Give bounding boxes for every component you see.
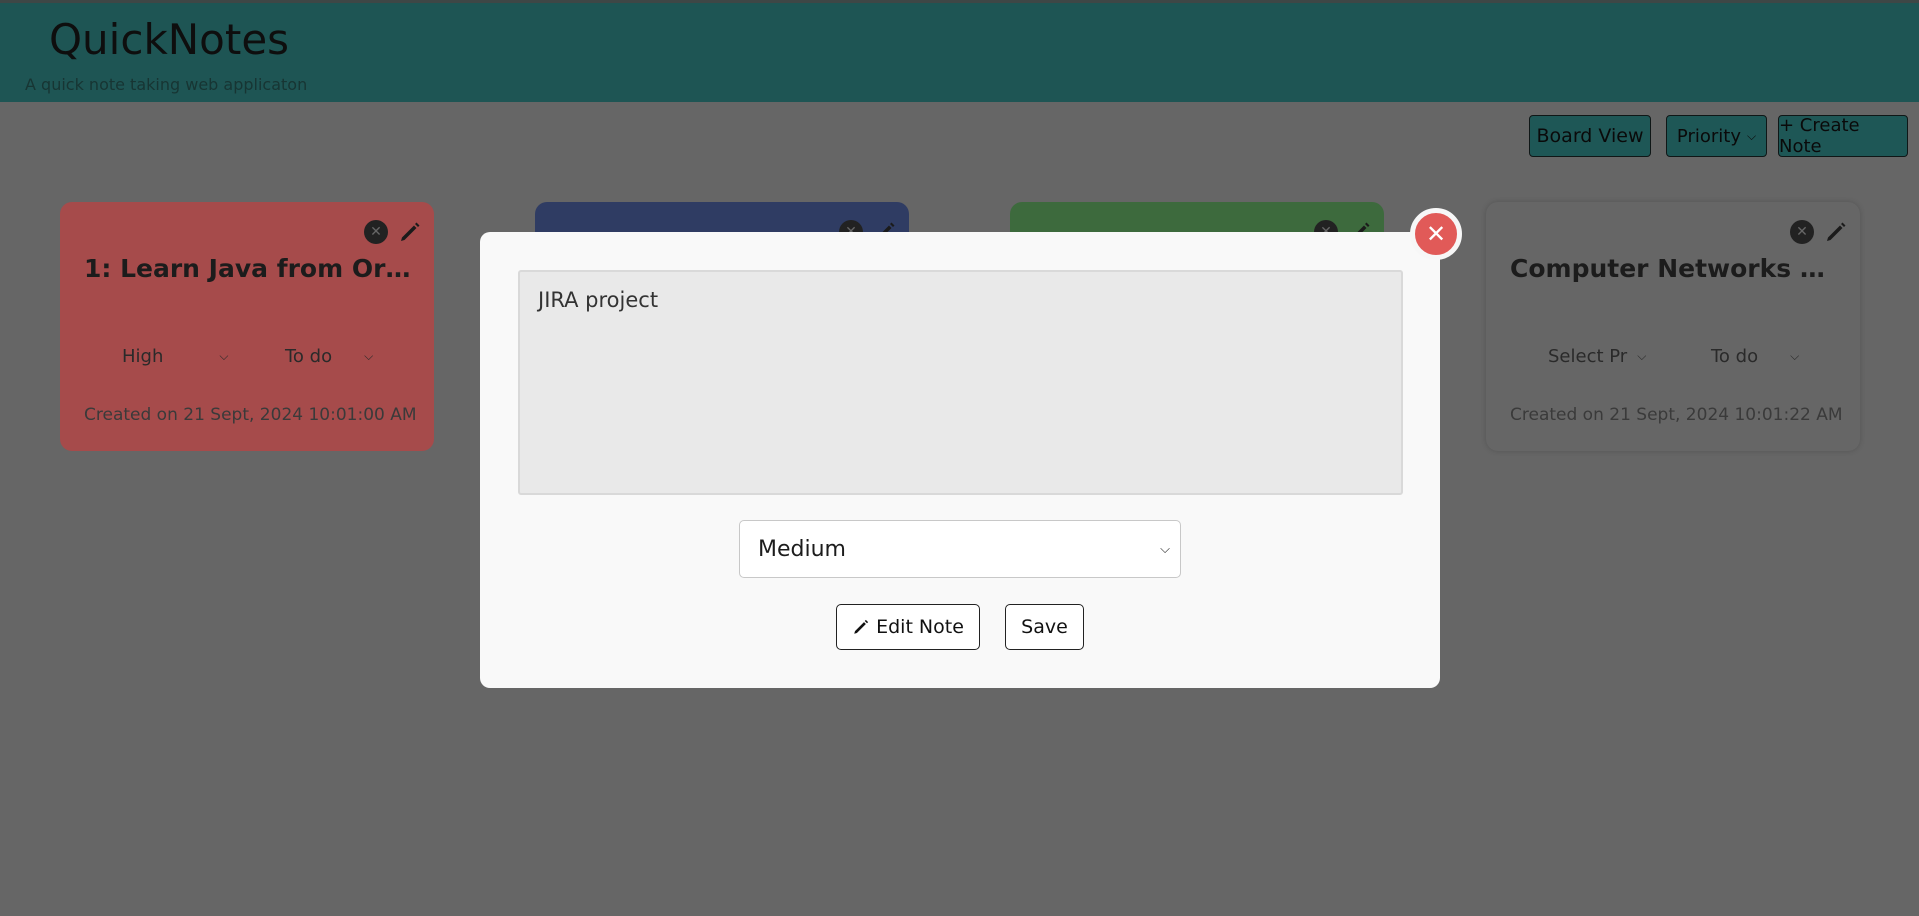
priority-select[interactable]: Medium ⌵ xyxy=(739,520,1181,578)
delete-note-icon[interactable]: ✕ xyxy=(364,220,388,244)
chevron-down-icon: ⌵ xyxy=(1746,128,1757,143)
app-header: QuickNotes A quick note taking web appli… xyxy=(0,0,1919,102)
chevron-down-icon: ⌵ xyxy=(1160,541,1170,557)
edit-note-button[interactable]: Edit Note xyxy=(836,604,980,650)
chevron-down-icon: ⌵ xyxy=(364,349,374,363)
note-priority-select[interactable]: High ⌵ xyxy=(122,346,228,367)
edit-note-modal: JIRA project Medium ⌵ Edit Note Save xyxy=(480,232,1440,688)
note-created-date: Created on 21 Sept, 2024 10:01:00 AM xyxy=(84,405,417,425)
app-title: QuickNotes xyxy=(49,15,290,64)
close-modal-button[interactable]: ✕ xyxy=(1410,208,1462,260)
board-view-label: Board View xyxy=(1536,125,1644,147)
note-priority-value: High xyxy=(122,346,164,367)
note-status-select[interactable]: To do ⌵ xyxy=(1711,346,1799,367)
chevron-down-icon: ⌵ xyxy=(219,349,229,363)
board-view-button[interactable]: Board View xyxy=(1529,115,1651,157)
app-subtitle: A quick note taking web applicaton xyxy=(25,75,308,94)
pencil-icon xyxy=(854,619,869,634)
priority-filter-select[interactable]: Priority ⌵ xyxy=(1666,115,1767,157)
note-status-value: To do xyxy=(285,346,333,367)
create-note-label: + Create Note xyxy=(1779,115,1860,157)
close-icon: ✕ xyxy=(1425,220,1447,248)
note-status-value: To do xyxy=(1711,346,1759,367)
delete-note-icon[interactable]: ✕ xyxy=(1790,220,1814,244)
note-created-date: Created on 21 Sept, 2024 10:01:22 AM xyxy=(1510,405,1843,425)
pencil-icon[interactable] xyxy=(1824,220,1848,244)
pencil-icon[interactable] xyxy=(398,220,422,244)
chevron-down-icon: ⌵ xyxy=(1637,349,1647,363)
edit-note-label: Edit Note xyxy=(876,616,964,638)
priority-filter-label: Priority xyxy=(1676,125,1741,147)
note-status-select[interactable]: To do ⌵ xyxy=(285,346,373,367)
chevron-down-icon: ⌵ xyxy=(1790,349,1800,363)
note-card[interactable]: ✕ Computer Networks Playlist Select Pr ⌵… xyxy=(1486,202,1860,451)
note-text-area[interactable]: JIRA project xyxy=(518,270,1403,495)
save-button[interactable]: Save xyxy=(1005,604,1084,650)
create-note-button[interactable]: + Create Note xyxy=(1778,115,1908,157)
note-title: 1: Learn Java from Oracle xyxy=(84,254,414,283)
note-priority-value: Select Pr xyxy=(1548,346,1628,367)
note-title: Computer Networks Playlist xyxy=(1510,254,1840,283)
priority-select-value: Medium xyxy=(758,536,846,562)
note-card[interactable]: ✕ 1: Learn Java from Oracle High ⌵ To do… xyxy=(60,202,434,451)
save-label: Save xyxy=(1021,616,1068,638)
note-priority-select[interactable]: Select Pr ⌵ xyxy=(1548,346,1646,367)
